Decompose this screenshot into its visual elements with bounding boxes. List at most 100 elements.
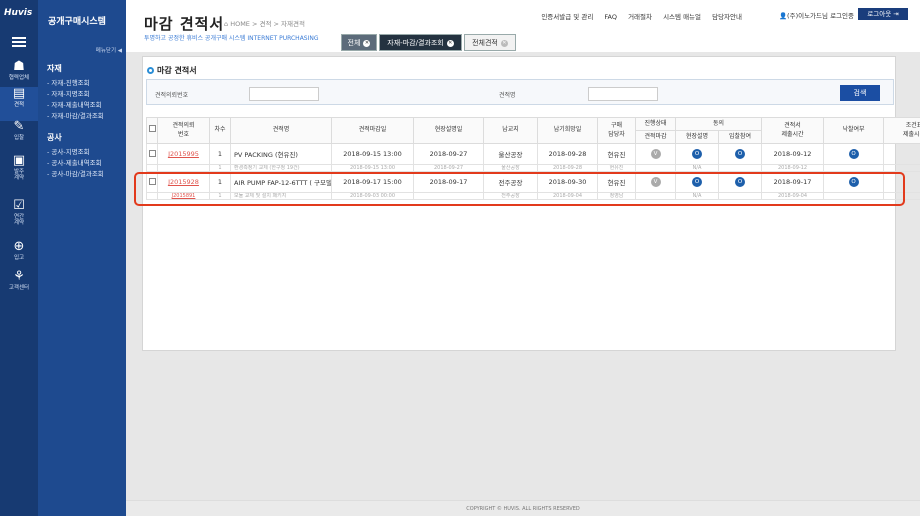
sidebar-section-material: 자재 (47, 63, 62, 74)
owner-cell: 현유진 (598, 144, 636, 165)
tab-material-closed[interactable]: 자재-마감/결과조회✕ (379, 34, 462, 51)
page-header: 마감 견적서 ⌂ HOME > 견적 > 자재견적 투명하고 공정한 휴비스 공… (126, 0, 920, 52)
select-all-checkbox[interactable] (149, 125, 156, 132)
sidebar-item-construction-nominated[interactable]: - 공사-지명조회 (47, 146, 90, 156)
award-badge[interactable]: O (849, 149, 859, 159)
request-no-input[interactable] (249, 87, 319, 101)
deadline-cell: 2018-09-15 13:00 (332, 144, 414, 165)
link-contact[interactable]: 담당자안내 (712, 13, 742, 21)
row-select (147, 165, 158, 172)
sidebar-item-material-closed[interactable]: - 자재-마감/결과조회 (47, 110, 104, 120)
round-cell: 1 (210, 144, 231, 165)
gavel-icon: ✎ (0, 120, 38, 134)
col-site-briefing: 현장설명일 (414, 118, 484, 144)
main-area: 마감 견적서 ⌂ HOME > 견적 > 자재견적 투명하고 공정한 휴비스 공… (126, 0, 920, 516)
link-procedure[interactable]: 거래절차 (628, 13, 652, 21)
footer: COPYRIGHT © HUVIS. ALL RIGHTS RESERVED (126, 500, 920, 516)
close-icon[interactable]: ✕ (447, 40, 454, 47)
agree-bid-badge[interactable]: O (735, 149, 745, 159)
icon-nav-bar: Huvis ☗협력업체 ▤견적 ✎입찰 ▣발주 계약 ☑연간 계약 ⊕입고 ⚘고… (0, 0, 38, 516)
col-agree: 동의 (676, 118, 762, 131)
document-icon: ▣ (0, 154, 38, 168)
col-condition-time: 조건표 제출시간 (884, 118, 920, 144)
request-no-cell: J2015995 (158, 144, 210, 165)
table-row[interactable]: J2015995 1 PV PACKING (현유진) 2018-09-15 1… (147, 144, 920, 165)
sidebar-item-construction-submissions[interactable]: - 공사-제출내역조회 (47, 157, 102, 167)
status-cell: V (636, 144, 676, 165)
delivery-cell: 2018-09-28 (538, 165, 598, 172)
sidebar-item-material-submissions[interactable]: - 자재-제출내역조회 (47, 99, 102, 109)
tab-all[interactable]: 전체✕ (341, 34, 377, 51)
status-cell (636, 165, 676, 172)
search-label-estimate-name: 견적명 (499, 90, 516, 99)
table-row[interactable]: 1 환경측정기 교체 (한구정 19건) 2018-09-15 13:00 20… (147, 165, 920, 172)
page-subtitle: 투명하고 공정한 휴비스 공개구매 시스템 INTERNET PURCHASIN… (144, 33, 319, 42)
user-icon: 👤 (779, 12, 787, 20)
sidebar-item-material-nominated[interactable]: - 자재-지명조회 (47, 88, 90, 98)
row-highlight-box (134, 172, 905, 206)
row-select (147, 144, 158, 165)
close-icon[interactable]: ✕ (501, 40, 508, 47)
col-status-closed: 견적마감 (636, 131, 676, 144)
agree-bid-cell: O (719, 144, 762, 165)
award-cell (824, 165, 884, 172)
col-deadline: 견적마감일 (332, 118, 414, 144)
search-button[interactable]: 검색 (840, 85, 880, 101)
request-no-cell (158, 165, 210, 172)
link-manual[interactable]: 시스템 매뉴얼 (663, 13, 701, 21)
globe-icon: ⊕ (0, 240, 38, 254)
col-status: 진행상태 (636, 118, 676, 131)
round-cell: 1 (210, 165, 231, 172)
award-cell: O (824, 144, 884, 165)
tab-all-estimates[interactable]: 전체견적✕ (464, 34, 516, 51)
col-submit-time: 견적서 제출시간 (762, 118, 824, 144)
estimate-name-input[interactable] (588, 87, 658, 101)
breadcrumb: ⌂ HOME > 견적 > 자재견적 (224, 18, 305, 28)
search-label-request-no: 견적의뢰번호 (155, 90, 188, 99)
col-request-no: 견적의뢰 번호 (158, 118, 210, 144)
page-title: 마감 견적서 (144, 13, 224, 34)
agree-site-badge[interactable]: O (692, 149, 702, 159)
link-certificate[interactable]: 인증서발급 및 관리 (541, 13, 593, 21)
col-agree-bid: 입찰참여 (719, 131, 762, 144)
logout-button[interactable]: 로그아웃 ⇥ (858, 8, 908, 20)
submit-cell: 2018-09-12 (762, 144, 824, 165)
sidebar-item-construction-closed[interactable]: - 공사-마감/결과조회 (47, 168, 104, 178)
owner-cell: 현유진 (598, 165, 636, 172)
col-round: 차수 (210, 118, 231, 144)
agree-site-cell: N/A (676, 165, 719, 172)
sidebar-item-material-progress[interactable]: - 자재-진행조회 (47, 77, 90, 87)
nav-bid[interactable]: ✎입찰 (0, 120, 38, 154)
select-all-header (147, 118, 158, 144)
condition-cell (884, 144, 920, 165)
request-no-link[interactable]: J2015995 (168, 150, 199, 158)
site-cell: 2018-09-27 (414, 144, 484, 165)
plant-icon: ⚘ (0, 270, 38, 284)
row-checkbox[interactable] (149, 150, 156, 157)
nav-estimate[interactable]: ▤견적 (0, 87, 38, 121)
close-icon[interactable]: ✕ (363, 40, 370, 47)
panel-title: 마감 견적서 (147, 65, 197, 76)
submit-cell: 2018-09-12 (762, 165, 824, 172)
menu-fold-button[interactable]: 메뉴닫기 ◀ (96, 46, 122, 54)
place-cell: 울산공장 (484, 144, 538, 165)
sidebar-section-construction: 공사 (47, 132, 62, 143)
place-cell: 울산공장 (484, 165, 538, 172)
agree-bid-cell (719, 165, 762, 172)
link-faq[interactable]: FAQ (604, 13, 617, 21)
estimate-name-cell: PV PACKING (현유진) (231, 144, 332, 165)
building-icon: ☗ (0, 60, 38, 74)
hamburger-menu-icon[interactable] (12, 37, 26, 47)
site-cell: 2018-09-27 (414, 165, 484, 172)
user-status: 👤(주)이노가드님 로그인중 (779, 10, 854, 20)
nav-order-contract[interactable]: ▣발주 계약 (0, 154, 38, 198)
huvis-logo[interactable]: Huvis (4, 8, 32, 18)
col-delivery-place: 납교지 (484, 118, 538, 144)
search-box: 견적의뢰번호 견적명 검색 (146, 79, 894, 105)
nav-customer-center[interactable]: ⚘고객센터 (0, 270, 38, 304)
estimate-name-cell: 환경측정기 교체 (한구정 19건) (231, 165, 332, 172)
delivery-cell: 2018-09-28 (538, 144, 598, 165)
calendar-icon: ☑ (0, 199, 38, 213)
nav-annual-contract[interactable]: ☑연간 계약 (0, 199, 38, 243)
col-delivery-date: 납기희망일 (538, 118, 598, 144)
